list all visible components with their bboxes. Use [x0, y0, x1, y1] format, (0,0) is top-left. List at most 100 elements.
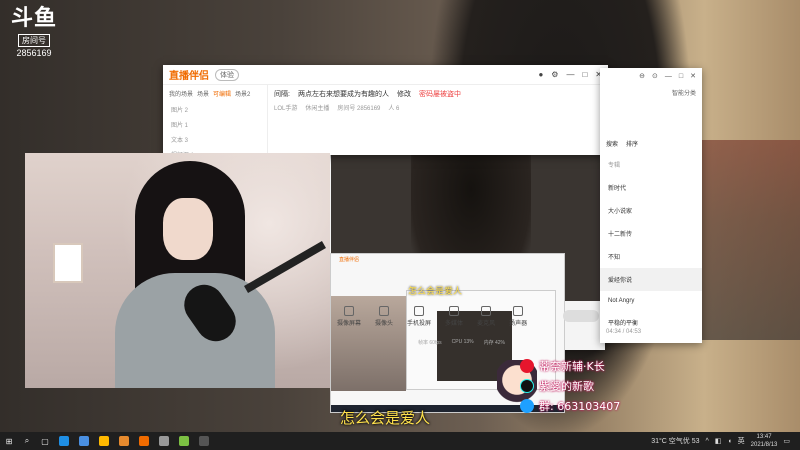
mic-icon: [481, 305, 492, 316]
music-panel-window: ⊖ ⊙ — □ ✕ 智能分类 搜索 排序 专辑 新时代 大小说家 十二新传 不知…: [600, 68, 702, 343]
qq-row: 群: 663103407: [520, 398, 620, 414]
douyu-logo: 斗鱼 房间号 2856169: [10, 6, 58, 59]
source-item[interactable]: 文本 3: [163, 132, 267, 147]
song-item[interactable]: Not Angry: [600, 291, 702, 311]
smart-category-label[interactable]: 智能分类: [672, 88, 696, 97]
camera-icon: [379, 305, 390, 316]
clock[interactable]: 13:47 2021/8/13: [751, 433, 778, 449]
music-panel-titlebar: ⊖ ⊙ — □ ✕: [600, 68, 702, 84]
scene-tab[interactable]: 场景: [197, 89, 209, 98]
notification-icon[interactable]: ▭: [783, 437, 790, 445]
network-icon[interactable]: ◧: [715, 437, 722, 445]
status-memory: 内存 42%: [483, 340, 505, 346]
app-icon[interactable]: [179, 436, 189, 446]
toolbar-label: 摄像头: [375, 320, 394, 327]
edge-icon[interactable]: [59, 436, 69, 446]
toolbar-label: 扬声器: [509, 320, 528, 327]
language-indicator[interactable]: 英: [738, 436, 745, 446]
close-icon[interactable]: ✕: [690, 72, 696, 80]
app-titlebar: 直播伴侣 体验 ● ⚙ — □ ✕: [163, 65, 608, 85]
windows-start-icon[interactable]: ⊞: [0, 432, 18, 450]
panel-btn-icon[interactable]: ⊖: [639, 72, 645, 80]
broadcast-app-icon[interactable]: [139, 436, 149, 446]
screen-icon: [344, 305, 354, 316]
scene-tab[interactable]: 我的场景: [169, 89, 193, 98]
weather[interactable]: 31°C 空气优 53: [651, 436, 699, 446]
stream-info: 间隔: 两点左右来想要成为有趣的人 修改 密码屡被盗中 LOL手游 休闲主播 房…: [268, 85, 608, 155]
start-live-button[interactable]: [563, 310, 599, 322]
app-icon[interactable]: [119, 436, 129, 446]
toolbar-label: 摄像屏幕: [337, 320, 362, 327]
minimize-icon[interactable]: —: [566, 70, 574, 79]
app-icon[interactable]: [79, 436, 89, 446]
tiktok-row: 紫婆的新歌: [520, 378, 620, 394]
sub-category: 休闲主播: [305, 106, 330, 112]
app-window-controls: ● ⚙ — □ ✕: [538, 70, 602, 79]
stream-title-row: 间隔: 两点左右来想要成为有趣的人 修改 密码屡被盗中: [274, 89, 602, 99]
maximize-icon[interactable]: □: [582, 70, 587, 79]
status-cpu: CPU 13%: [451, 339, 474, 345]
viewer-count: 人 6: [388, 106, 400, 112]
broadcast-app-window: 直播伴侣 体验 ● ⚙ — □ ✕ 我的场景 场景 可编辑 场景2 图片 2 图…: [163, 65, 608, 159]
tiktok-icon: [520, 379, 534, 393]
scene-tab[interactable]: 场景2: [235, 89, 250, 98]
source-item[interactable]: 图片 1: [163, 117, 267, 132]
app-tag[interactable]: 体验: [215, 68, 239, 81]
nested-preview-titlebar: 直播伴侣: [331, 254, 564, 264]
song-item[interactable]: 十二新传: [600, 222, 702, 245]
room-number: 房间号 2856169: [337, 106, 381, 112]
toolbar-phone-cast[interactable]: 手机投屏: [407, 305, 432, 327]
edit-title-link[interactable]: 修改: [397, 89, 411, 99]
social-promo: 蒂奈新辅·K长 紫婆的新歌 群: 663103407: [520, 358, 620, 418]
song-item-selected[interactable]: 爱经你说: [600, 268, 702, 291]
stream-meta: LOL手游 休闲主播 房间号 2856169 人 6: [274, 103, 602, 112]
system-tray: 31°C 空气优 53 ^ ◧ ◖ 英 13:47 2021/8/13 ▭: [651, 433, 800, 449]
media-icon: [449, 305, 460, 316]
song-item[interactable]: 大小说家: [600, 199, 702, 222]
volume-icon[interactable]: ◖: [727, 438, 731, 445]
clock-time: 13:47: [756, 434, 772, 440]
tray-chevron-icon[interactable]: ^: [706, 438, 709, 445]
app-body: 我的场景 场景 可编辑 场景2 图片 2 图片 1 文本 3 视频源 1 间隔:…: [163, 85, 608, 159]
settings-icon[interactable]: ⚙: [551, 70, 558, 79]
search-tab[interactable]: 搜索: [606, 139, 618, 148]
music-panel-tabs: 搜索 排序: [600, 137, 702, 150]
category: LOL手游: [274, 106, 298, 112]
source-item[interactable]: 图片 2: [163, 102, 267, 117]
qq-text: 群: 663103407: [539, 400, 621, 413]
toolbar-speaker[interactable]: 扬声器: [509, 305, 528, 327]
toolbar-label: 麦克风: [477, 320, 496, 327]
scene-tab-active[interactable]: 可编辑: [213, 89, 231, 98]
weibo-row: 蒂奈新辅·K长: [520, 358, 620, 374]
search-icon[interactable]: ⌕: [18, 432, 36, 450]
background-shelf: [700, 140, 800, 340]
app-icon[interactable]: [159, 436, 169, 446]
toolbar-screen-capture[interactable]: 摄像屏幕: [337, 305, 362, 327]
speaker-icon: [513, 305, 524, 316]
list-heading: 专辑: [608, 163, 621, 169]
playback-time: 04:34 / 04:53: [606, 329, 642, 335]
toolbar-media[interactable]: 多媒体: [445, 305, 463, 327]
toolbar-label: 手机投屏: [407, 320, 432, 327]
song-item[interactable]: 新时代: [600, 176, 702, 199]
explorer-icon[interactable]: [99, 436, 109, 446]
scene-panel: 我的场景 场景 可编辑 场景2 图片 2 图片 1 文本 3 视频源 1: [163, 85, 268, 159]
panel-btn-icon[interactable]: ⊙: [652, 72, 658, 80]
avatar[interactable]: ●: [538, 70, 543, 79]
song-item[interactable]: 不知: [600, 245, 702, 268]
logo-mark: 斗鱼: [10, 6, 57, 31]
maximize-icon[interactable]: □: [679, 73, 683, 80]
minimize-icon[interactable]: —: [665, 73, 672, 80]
toolbar-mic[interactable]: 麦克风: [477, 305, 496, 327]
qq-icon: [520, 399, 534, 413]
sort-tab[interactable]: 排序: [626, 139, 638, 148]
toolbar-camera[interactable]: 摄像头: [375, 305, 394, 327]
windows-taskbar: ⊞ ⌕ ▢ 31°C 空气优 53 ^ ◧ ◖ 英 13:47 2021/8/1…: [0, 432, 800, 450]
app-icon[interactable]: [199, 436, 209, 446]
room-id: 2856169: [16, 48, 52, 58]
webcam-picture-frame: [53, 243, 83, 283]
task-view-icon[interactable]: ▢: [36, 432, 54, 450]
phone-icon: [414, 305, 425, 316]
tiktok-text: 紫婆的新歌: [539, 380, 594, 393]
streamer-face: [163, 198, 213, 260]
